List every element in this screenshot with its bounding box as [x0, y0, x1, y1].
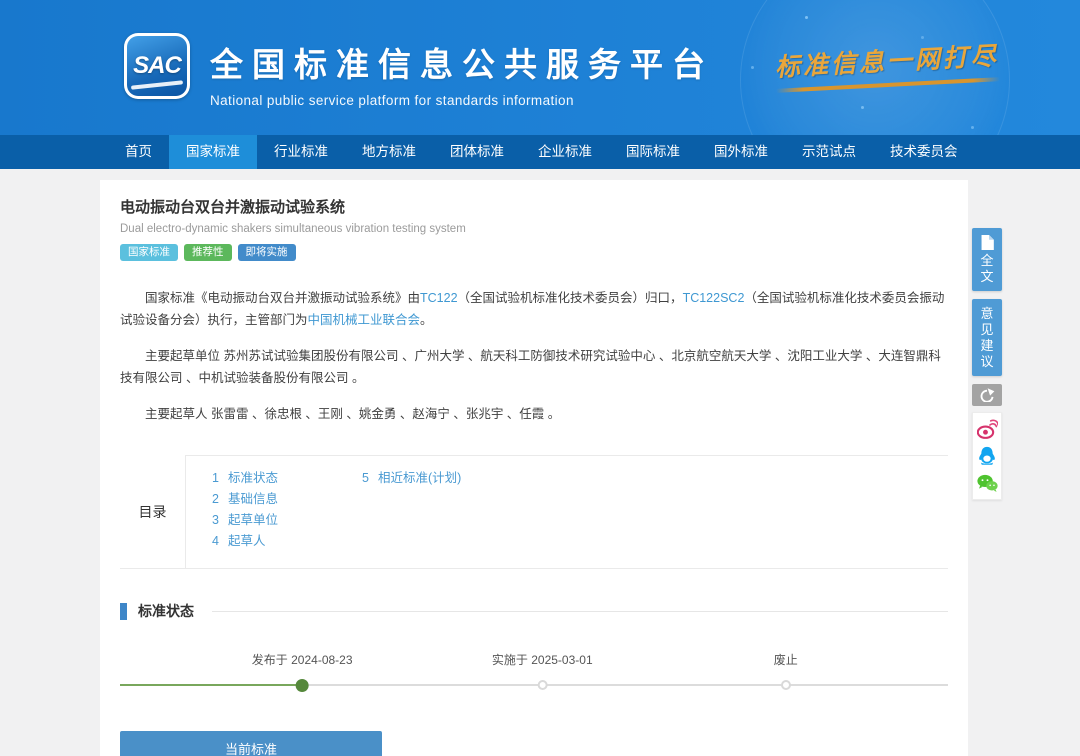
content-panel: 电动振动台双台并激振动试验系统 Dual electro-dynamic sha…: [100, 180, 968, 756]
paragraph-drafters: 主要起草人 张雷雷 、徐忠根 、王刚 、姚金勇 、赵海宁 、张兆宇 、任霞 。: [120, 403, 948, 425]
site-header: SAC 全国标准信息公共服务平台 National public service…: [0, 0, 1080, 135]
card-header: 当前标准: [121, 732, 381, 756]
timeline-label: 实施于 2025-03-01: [492, 652, 593, 669]
timeline-node: 发布于 2024-08-23: [252, 652, 353, 692]
toc-link[interactable]: 3起草单位: [212, 510, 362, 531]
toc-link[interactable]: 1标准状态: [212, 468, 362, 489]
share-icon: [979, 388, 995, 402]
floating-sidebar: 全文 意见建议: [972, 228, 1002, 500]
share-button[interactable]: [972, 384, 1002, 406]
section-standard-status: 标准状态: [120, 601, 948, 621]
toc-column-1: 1标准状态2基础信息3起草单位4起草人: [212, 468, 362, 552]
section-rule: [212, 611, 948, 612]
current-standard-card[interactable]: 当前标准 GB/T 44400-2024 即将实施 电动振动台双台并激振动试验系…: [120, 731, 382, 756]
toc: 目录 1标准状态2基础信息3起草单位4起草人 5相近标准(计划): [120, 455, 948, 569]
section-title: 标准状态: [138, 601, 194, 621]
site-subtitle: National public service platform for sta…: [210, 93, 714, 108]
page-title-english: Dual electro-dynamic shakers simultaneou…: [120, 223, 948, 235]
inline-link[interactable]: TC122: [420, 291, 458, 305]
text-segment: 。: [420, 313, 433, 327]
nav-item[interactable]: 首页: [108, 135, 169, 169]
nav-item[interactable]: 示范试点: [785, 135, 873, 169]
wechat-icon[interactable]: [977, 473, 998, 493]
brand-block: 全国标准信息公共服务平台 National public service pla…: [210, 38, 714, 108]
nav-item[interactable]: 技术委员会: [873, 135, 975, 169]
timeline-node: 实施于 2025-03-01: [492, 652, 593, 692]
timeline-dot-done: [296, 679, 309, 692]
sac-logo-text: SAC: [133, 52, 181, 80]
nav-item[interactable]: 企业标准: [521, 135, 609, 169]
weibo-icon[interactable]: [977, 419, 998, 439]
nav-item[interactable]: 地方标准: [345, 135, 433, 169]
toc-column-2: 5相近标准(计划): [362, 468, 461, 552]
toc-link[interactable]: 4起草人: [212, 531, 362, 552]
inline-link[interactable]: TC122SC2: [683, 291, 745, 305]
paragraph-ownership: 国家标准《电动振动台双台并激振动试验系统》由TC122（全国试验机标准化技术委员…: [120, 287, 948, 331]
section-marker: [120, 603, 127, 620]
nav-item[interactable]: 行业标准: [257, 135, 345, 169]
feedback-button[interactable]: 意见建议: [972, 299, 1002, 376]
toc-label: 目录: [120, 455, 186, 568]
site-title: 全国标准信息公共服务平台: [210, 38, 714, 86]
timeline-label: 发布于 2024-08-23: [252, 652, 353, 669]
status-tag: 国家标准: [120, 244, 178, 261]
fulltext-button[interactable]: 全文: [972, 228, 1002, 291]
text-segment: 国家标准《电动振动台双台并激振动试验系统》由: [145, 291, 420, 305]
qq-icon[interactable]: [978, 446, 996, 466]
status-tag: 推荐性: [184, 244, 232, 261]
nav-item[interactable]: 国外标准: [697, 135, 785, 169]
tag-list: 国家标准推荐性即将实施: [120, 244, 948, 261]
toc-body: 1标准状态2基础信息3起草单位4起草人 5相近标准(计划): [186, 455, 948, 568]
logo-swash-decoration: [131, 80, 183, 89]
toc-link[interactable]: 2基础信息: [212, 489, 362, 510]
document-icon: [980, 235, 994, 250]
social-share-panel: [972, 412, 1002, 500]
page-title: 电动振动台双台并激振动试验系统: [120, 196, 948, 217]
text-segment: （全国试验机标准化技术委员会）归口，: [458, 291, 683, 305]
inline-link[interactable]: 中国机械工业联合会: [308, 313, 421, 327]
page-root: SAC 全国标准信息公共服务平台 National public service…: [0, 0, 1080, 756]
status-timeline: 发布于 2024-08-23 实施于 2025-03-01 废止: [120, 647, 948, 701]
timeline-dot-pending: [537, 680, 547, 690]
main-nav: 首页国家标准行业标准地方标准团体标准企业标准国际标准国外标准示范试点技术委员会: [0, 135, 1080, 169]
status-tag: 即将实施: [238, 244, 296, 261]
nav-item[interactable]: 国家标准: [169, 135, 257, 169]
paragraph-drafting-units: 主要起草单位 苏州苏试试验集团股份有限公司 、广州大学 、航天科工防御技术研究试…: [120, 345, 948, 389]
timeline-node: 废止: [774, 652, 798, 692]
feedback-label: 意见建议: [980, 306, 993, 370]
toc-link[interactable]: 5相近标准(计划): [362, 468, 461, 489]
timeline-dot-pending: [781, 680, 791, 690]
nav-item[interactable]: 国际标准: [609, 135, 697, 169]
fulltext-label: 全文: [980, 253, 993, 285]
nav-item[interactable]: 团体标准: [433, 135, 521, 169]
sac-logo[interactable]: SAC: [124, 33, 190, 99]
timeline-label: 废止: [774, 652, 798, 669]
